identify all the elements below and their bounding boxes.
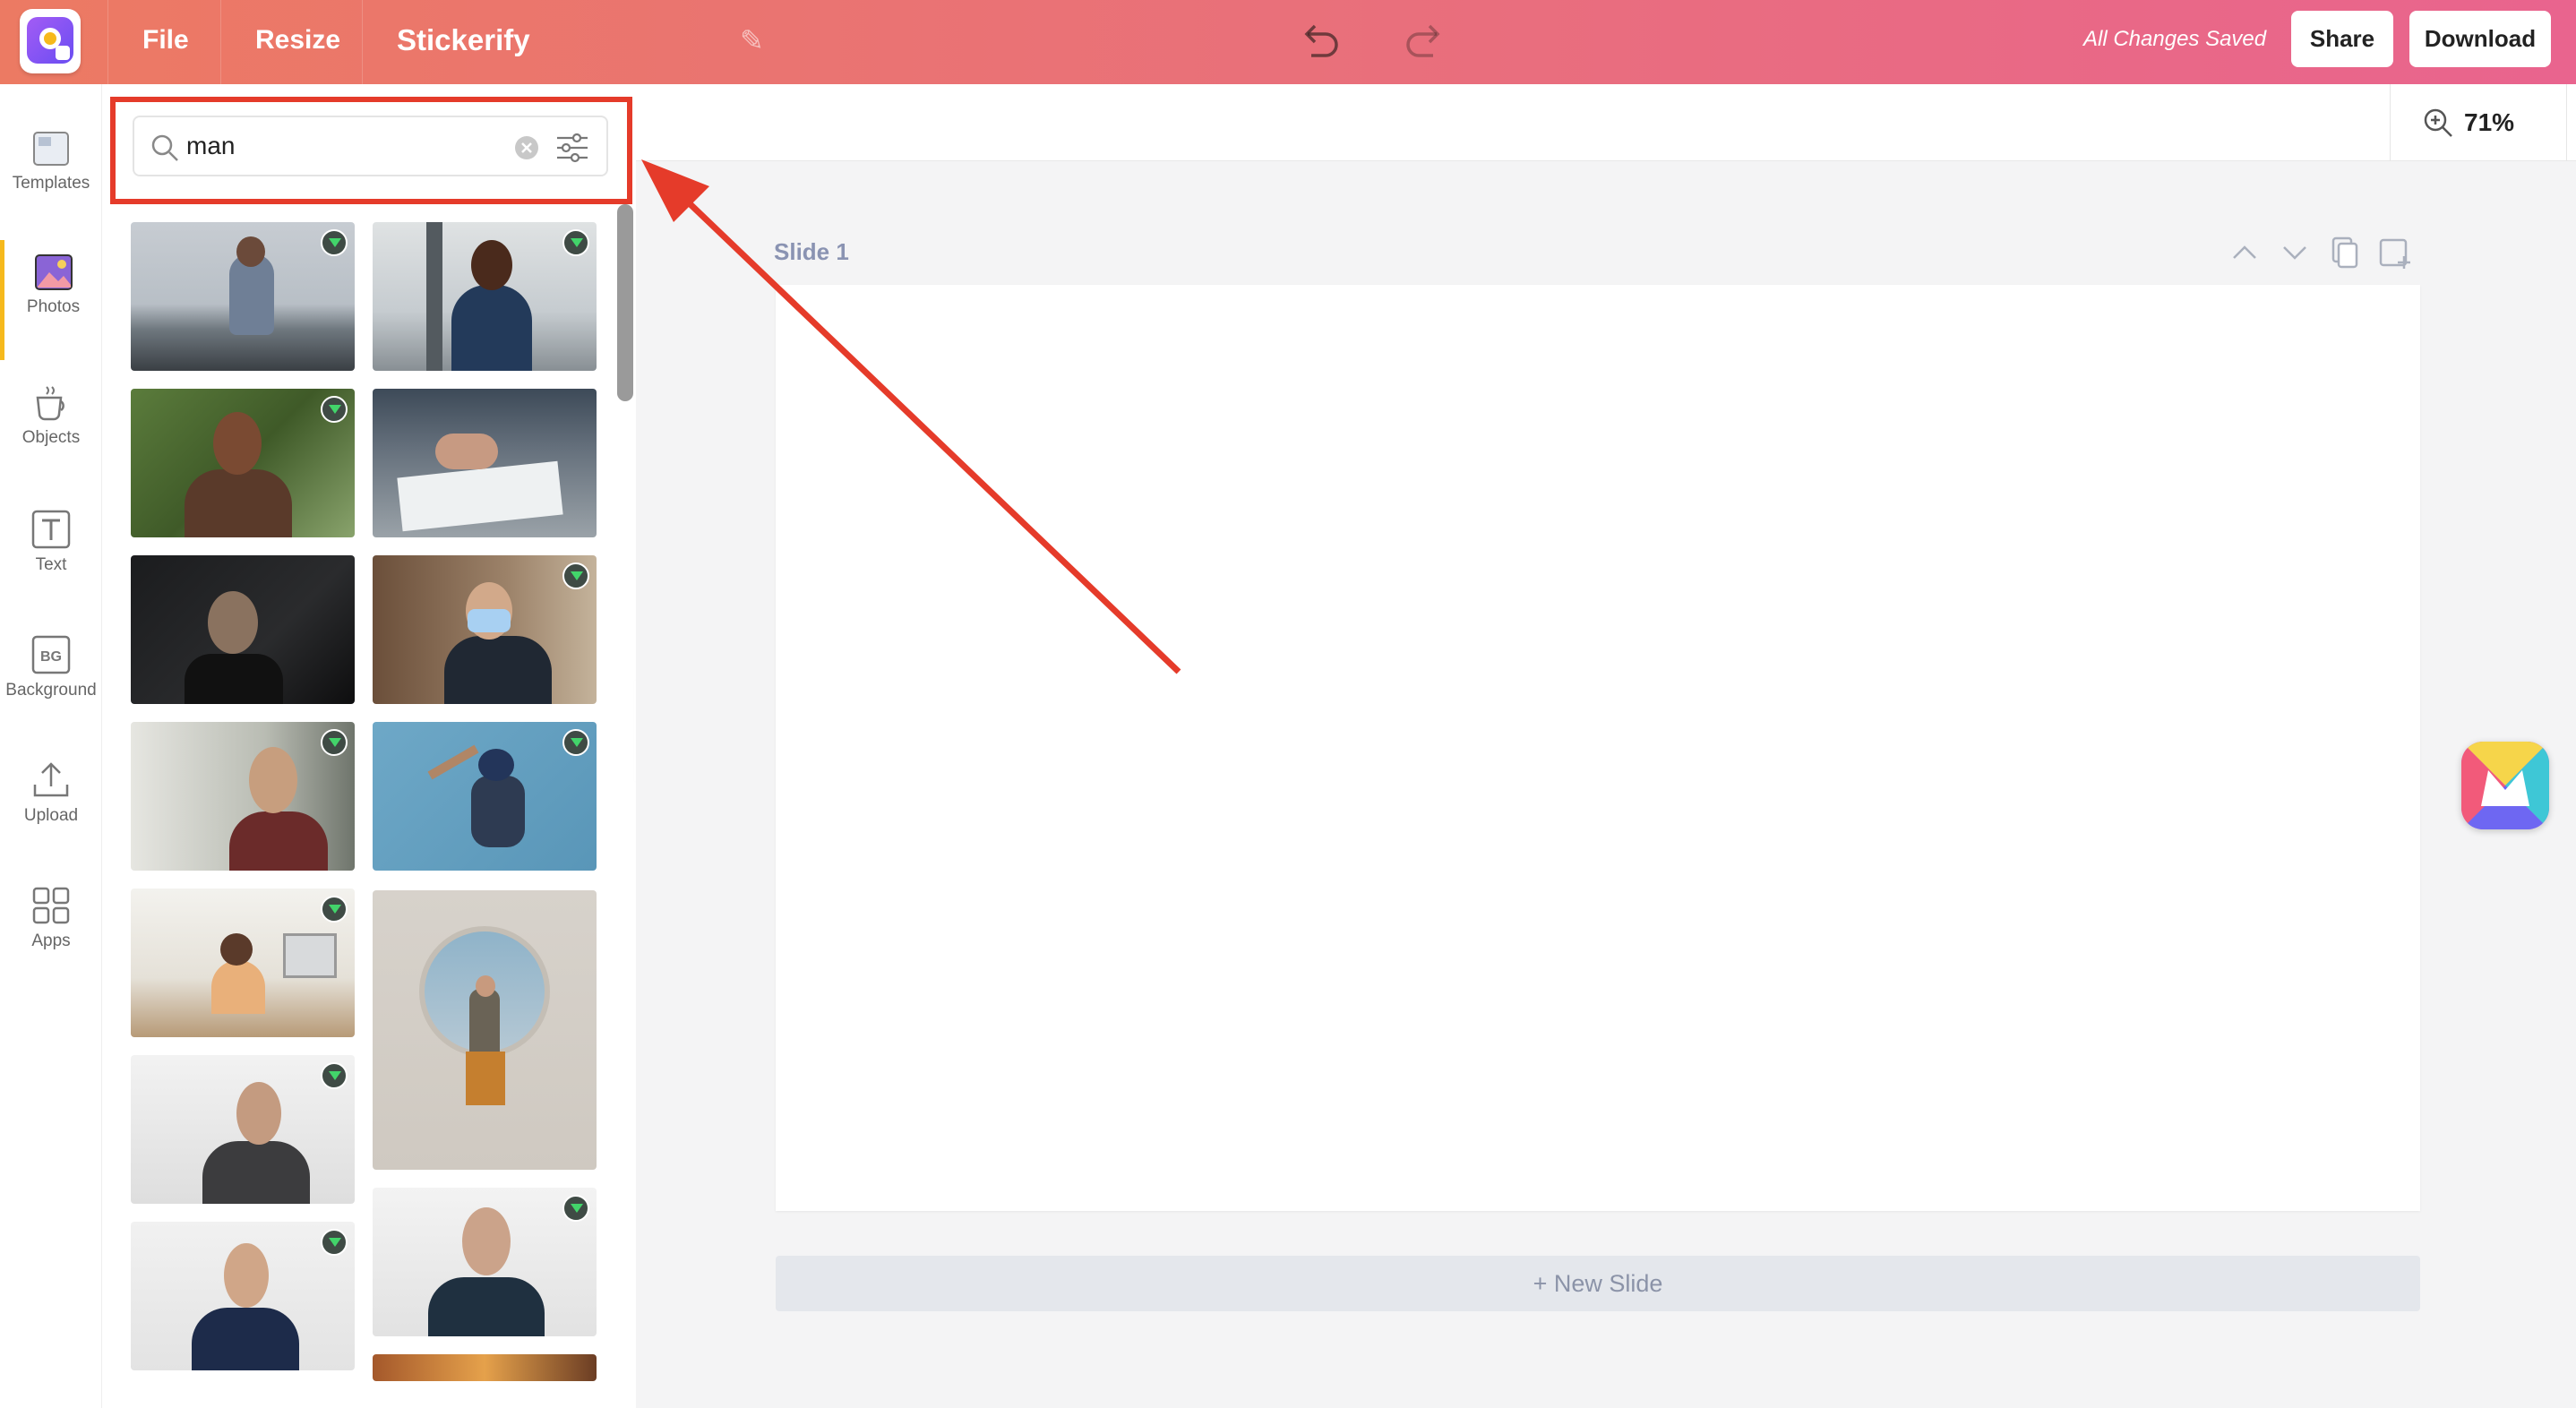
move-slide-up-icon[interactable]	[2227, 235, 2263, 270]
move-slide-down-icon[interactable]	[2277, 235, 2313, 270]
zoom-control[interactable]: 71%	[2390, 84, 2567, 161]
apps-icon	[32, 887, 70, 924]
search-box[interactable]	[133, 116, 608, 176]
sidebar-item-label: Text	[35, 555, 67, 574]
photo-thumb[interactable]	[373, 890, 597, 1170]
sidebar-item-templates[interactable]: Templates	[0, 129, 102, 254]
sidebar-item-label: Photos	[26, 297, 81, 316]
app-logo[interactable]	[20, 9, 81, 73]
premium-badge-icon	[562, 562, 589, 589]
premium-badge-icon	[562, 1195, 589, 1222]
search-icon	[151, 134, 178, 161]
redo-icon[interactable]	[1399, 16, 1449, 66]
svg-text:BG: BG	[40, 649, 62, 665]
premium-badge-icon	[562, 729, 589, 756]
text-icon	[31, 510, 71, 549]
magic-app-button[interactable]	[2461, 742, 2549, 829]
photos-scrollbar[interactable]	[617, 204, 633, 401]
left-sidebar: Templates Photos Objects Text BG Backgro…	[0, 84, 102, 1408]
sidebar-item-label: Objects	[21, 428, 81, 447]
photo-thumb[interactable]	[373, 555, 597, 704]
premium-badge-icon	[321, 729, 348, 756]
magic-app-icon	[2461, 742, 2549, 829]
search-input[interactable]	[186, 128, 527, 164]
sidebar-item-label: Background	[5, 681, 97, 700]
photo-thumb[interactable]	[131, 722, 355, 871]
file-menu[interactable]: File	[107, 0, 223, 84]
premium-badge-icon	[562, 229, 589, 256]
sidebar-item-text[interactable]: Text	[0, 509, 102, 634]
photo-thumb[interactable]	[131, 555, 355, 704]
resize-menu[interactable]: Resize	[220, 0, 374, 84]
clear-search-icon[interactable]	[514, 135, 539, 160]
sidebar-item-background[interactable]: BG Background	[0, 634, 102, 760]
sidebar-item-label: Apps	[31, 932, 71, 950]
sidebar-item-upload[interactable]: Upload	[0, 760, 102, 885]
top-bar: File Resize Stickerify ✎ All Changes Sav…	[0, 0, 2576, 84]
photo-thumb[interactable]	[131, 1222, 355, 1370]
photo-thumb[interactable]	[131, 222, 355, 371]
zoom-bar	[636, 84, 2576, 161]
premium-badge-icon	[321, 396, 348, 423]
sidebar-item-label: Templates	[12, 174, 90, 193]
photo-thumb[interactable]	[131, 1055, 355, 1204]
objects-icon	[36, 386, 64, 421]
sidebar-item-objects[interactable]: Objects	[0, 383, 102, 509]
add-slide-icon[interactable]	[2377, 235, 2413, 270]
photos-icon	[34, 254, 73, 290]
save-status: All Changes Saved	[2083, 27, 2267, 51]
document-title[interactable]: Stickerify	[362, 0, 564, 84]
photo-thumb[interactable]	[373, 1354, 597, 1381]
photo-thumb[interactable]	[373, 1188, 597, 1336]
premium-badge-icon	[321, 1062, 348, 1089]
premium-badge-icon	[321, 896, 348, 923]
download-button[interactable]: Download	[2409, 11, 2551, 67]
sidebar-item-label: Upload	[23, 806, 79, 825]
templates-icon	[33, 132, 69, 166]
background-icon: BG	[31, 635, 71, 674]
sidebar-item-apps[interactable]: Apps	[0, 885, 102, 1010]
duplicate-slide-icon[interactable]	[2327, 235, 2363, 270]
photo-thumb[interactable]	[131, 889, 355, 1037]
undo-icon[interactable]	[1295, 16, 1345, 66]
premium-badge-icon	[321, 1229, 348, 1256]
filter-icon[interactable]	[555, 132, 589, 164]
zoom-level: 71%	[2464, 108, 2515, 136]
photo-thumb[interactable]	[131, 389, 355, 537]
photo-thumb[interactable]	[373, 722, 597, 871]
slide-canvas[interactable]	[776, 285, 2420, 1211]
sidebar-item-photos[interactable]: Photos	[0, 240, 102, 360]
photo-thumb[interactable]	[373, 389, 597, 537]
slide-label: Slide 1	[774, 238, 849, 265]
photo-thumb[interactable]	[373, 222, 597, 371]
new-slide-button[interactable]: + New Slide	[776, 1256, 2420, 1311]
premium-badge-icon	[321, 229, 348, 256]
edit-title-icon[interactable]: ✎	[740, 23, 764, 57]
zoom-icon	[2424, 108, 2452, 137]
upload-icon	[33, 762, 69, 797]
share-button[interactable]: Share	[2291, 11, 2393, 67]
